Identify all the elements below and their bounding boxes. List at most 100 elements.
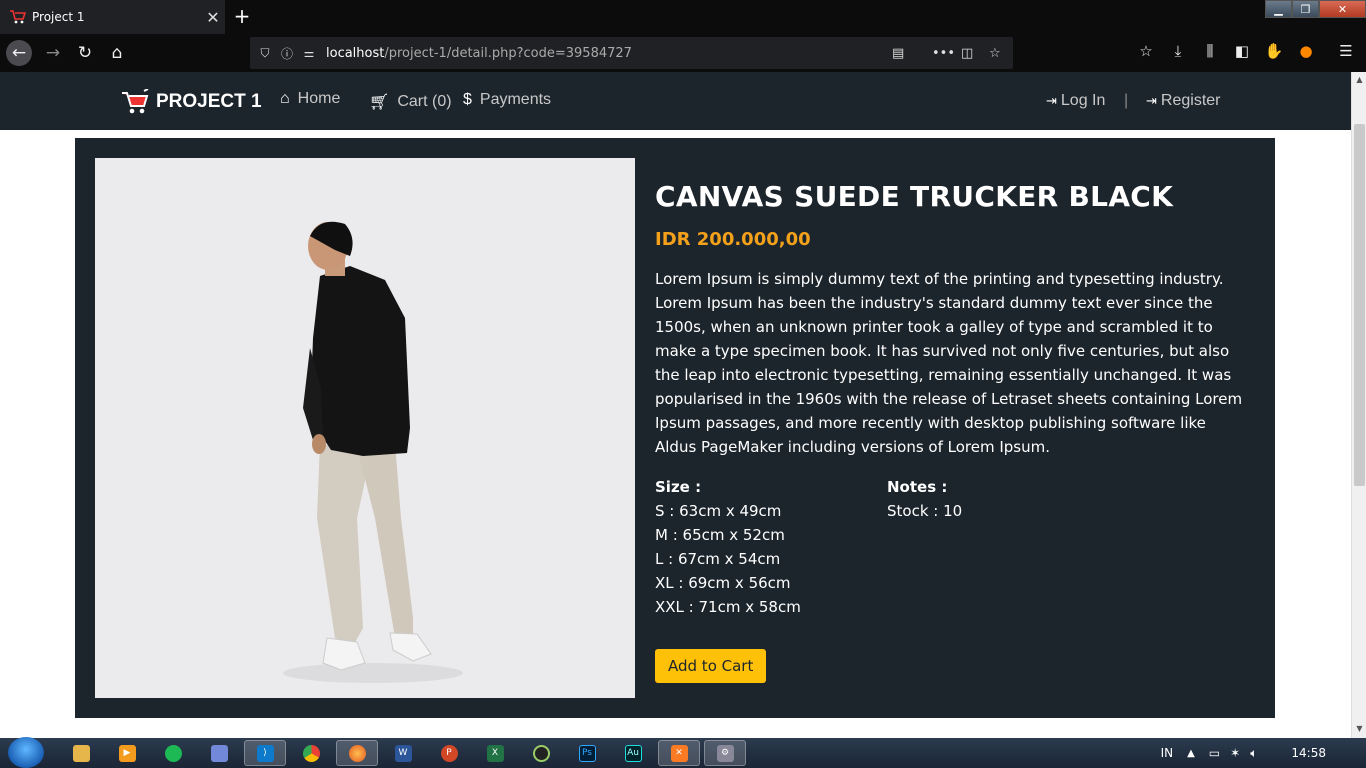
add-to-cart-button[interactable]: Add to Cart <box>655 649 767 683</box>
battery-icon[interactable]: ▭ <box>1209 746 1220 760</box>
tab-title: Project 1 <box>32 10 85 24</box>
discord-icon <box>210 744 228 762</box>
nav-login-label: Log In <box>1060 92 1106 109</box>
scroll-up-icon[interactable]: ▲ <box>1354 75 1365 87</box>
product-price: IDR 200.000,00 <box>655 229 811 250</box>
scroll-thumb[interactable] <box>1354 124 1365 486</box>
size-row: XL : 69cm x 56cm <box>655 574 791 592</box>
page-scrollbar[interactable]: ▲ ▼ <box>1351 72 1366 738</box>
size-column: Size : S : 63cm x 49cm M : 65cm x 52cm L… <box>655 475 887 619</box>
nav-cart[interactable]: 🛒︎ Cart (0) <box>369 92 452 112</box>
notes-column: Notes : Stock : 10 <box>887 475 962 619</box>
folder-icon <box>72 744 90 762</box>
size-label: Size : <box>655 478 702 496</box>
maximize-icon[interactable]: ❐ <box>1292 0 1319 18</box>
downloads-icon[interactable]: ⤓ <box>1166 42 1190 60</box>
taskbar-powerpoint[interactable]: P <box>428 740 470 766</box>
taskbar-firefox[interactable] <box>336 740 378 766</box>
taskbar-spotify[interactable] <box>152 740 194 766</box>
nav-payments[interactable]: $ Payments <box>463 91 551 109</box>
notes-label: Notes : <box>887 478 948 496</box>
close-window-icon[interactable]: ✕ <box>1319 0 1366 18</box>
library-icon[interactable]: ⫼ <box>1198 42 1222 60</box>
close-tab-icon[interactable]: ✕ <box>201 8 225 27</box>
login-icon: ⇥ <box>1046 93 1057 108</box>
system-tray: IN ▲ ▭ ✶ 🔈︎ 14:58 <box>1161 738 1366 768</box>
product-description: Lorem Ipsum is simply dummy text of the … <box>655 270 1243 456</box>
start-button[interactable] <box>8 737 44 768</box>
excel-icon: X <box>486 744 504 762</box>
os-taskbar: ▶ ⟩ W P X Ps Au ✕ ⚙ IN ▲ ▭ ✶ 🔈︎ 14:58 <box>0 737 1366 768</box>
tray-expand-icon[interactable]: ▲ <box>1187 748 1195 759</box>
shield-icon[interactable]: ⛉ <box>254 46 276 61</box>
info-icon[interactable]: ⓘ <box>276 45 298 62</box>
app-icon <box>532 744 550 762</box>
nav-home[interactable]: ⌂ Home <box>280 90 340 108</box>
bookmark-star-icon[interactable]: ☆ <box>989 46 1001 61</box>
scroll-down-icon[interactable]: ▼ <box>1354 724 1365 736</box>
volume-icon[interactable]: 🔈︎ <box>1250 746 1257 761</box>
minimize-icon[interactable]: ▁ <box>1265 0 1292 18</box>
url-host: localhost <box>326 45 385 61</box>
product-specs: Size : S : 63cm x 49cm M : 65cm x 52cm L… <box>655 475 1255 619</box>
nav-register-label: Register <box>1160 92 1221 109</box>
browser-toolbar: ← → ↻ ⌂ ⛉ ⓘ ⚌ localhost/project-1/detail… <box>0 34 1366 72</box>
sidebar-icon[interactable]: ◧ <box>1230 42 1254 60</box>
menu-icon[interactable]: ☰ <box>1334 42 1358 60</box>
new-tab-icon[interactable]: + <box>232 4 252 28</box>
cart-logo-icon <box>122 89 149 114</box>
xampp-icon: ✕ <box>670 744 688 762</box>
network-icon[interactable]: ✶ <box>1230 746 1240 760</box>
bookmarks-menu-icon[interactable]: ☆ <box>1134 42 1158 60</box>
reload-icon[interactable]: ↻ <box>72 40 98 66</box>
nav-register[interactable]: ⇥ Register <box>1146 92 1220 110</box>
taskbar-discord[interactable] <box>198 740 240 766</box>
back-icon[interactable]: ← <box>6 40 32 66</box>
nav-login[interactable]: ⇥ Log In <box>1046 92 1105 110</box>
page-actions-icon[interactable]: ••• <box>932 46 955 61</box>
taskbar-chrome[interactable] <box>290 740 332 766</box>
nav-separator: | <box>1124 92 1129 109</box>
register-icon: ⇥ <box>1146 93 1157 108</box>
product-title: CANVAS SUEDE TRUCKER BLACK <box>655 180 1174 213</box>
product-image <box>95 158 635 698</box>
taskbar-inkscape[interactable] <box>520 740 562 766</box>
permissions-icon[interactable]: ⚌ <box>298 46 320 60</box>
spotify-icon <box>164 744 182 762</box>
taskbar-xampp[interactable]: ✕ <box>658 740 700 766</box>
pocket-icon[interactable]: ◫ <box>961 46 973 61</box>
nav-home-label: Home <box>297 90 341 107</box>
taskbar-tool[interactable]: ⚙ <box>704 740 746 766</box>
address-bar[interactable]: ⛉ ⓘ ⚌ localhost/project-1/detail.php?cod… <box>250 37 1013 69</box>
word-icon: W <box>394 744 412 762</box>
home-icon[interactable]: ⌂ <box>104 40 130 66</box>
taskbar-excel[interactable]: X <box>474 740 516 766</box>
forward-icon[interactable]: → <box>40 40 66 66</box>
taskbar-vscode[interactable]: ⟩ <box>244 740 286 766</box>
taskbar-word[interactable]: W <box>382 740 424 766</box>
payment-hand-icon: $ <box>463 91 472 108</box>
extension-2-icon[interactable]: ● <box>1294 42 1318 60</box>
extension-icon[interactable]: ✋ <box>1262 42 1286 60</box>
language-indicator[interactable]: IN <box>1161 746 1174 760</box>
brand[interactable]: PROJECT 1 <box>120 89 262 115</box>
home-icon: ⌂ <box>280 90 290 107</box>
reader-view-icon[interactable]: ▤ <box>892 46 904 61</box>
cart-icon: 🛒︎ <box>369 94 390 111</box>
product-photo-illustration <box>283 221 463 683</box>
photoshop-icon: Ps <box>578 744 596 762</box>
taskbar-photoshop[interactable]: Ps <box>566 740 608 766</box>
firefox-icon <box>348 744 366 762</box>
site-navbar: PROJECT 1 ⌂ Home 🛒︎ Cart (0) $ Payments … <box>0 72 1351 130</box>
taskbar-audition[interactable]: Au <box>612 740 654 766</box>
brand-name: PROJECT 1 <box>156 91 262 112</box>
size-row: S : 63cm x 49cm <box>655 502 782 520</box>
size-row: XXL : 71cm x 58cm <box>655 598 801 616</box>
tool-icon: ⚙ <box>716 744 734 762</box>
taskbar-explorer[interactable] <box>60 740 102 766</box>
clock[interactable]: 14:58 <box>1291 746 1326 760</box>
product-info: CANVAS SUEDE TRUCKER BLACK IDR 200.000,0… <box>655 180 1255 683</box>
powerpoint-icon: P <box>440 744 458 762</box>
taskbar-media-player[interactable]: ▶ <box>106 740 148 766</box>
browser-tab[interactable]: Project 1 ✕ <box>0 0 225 34</box>
